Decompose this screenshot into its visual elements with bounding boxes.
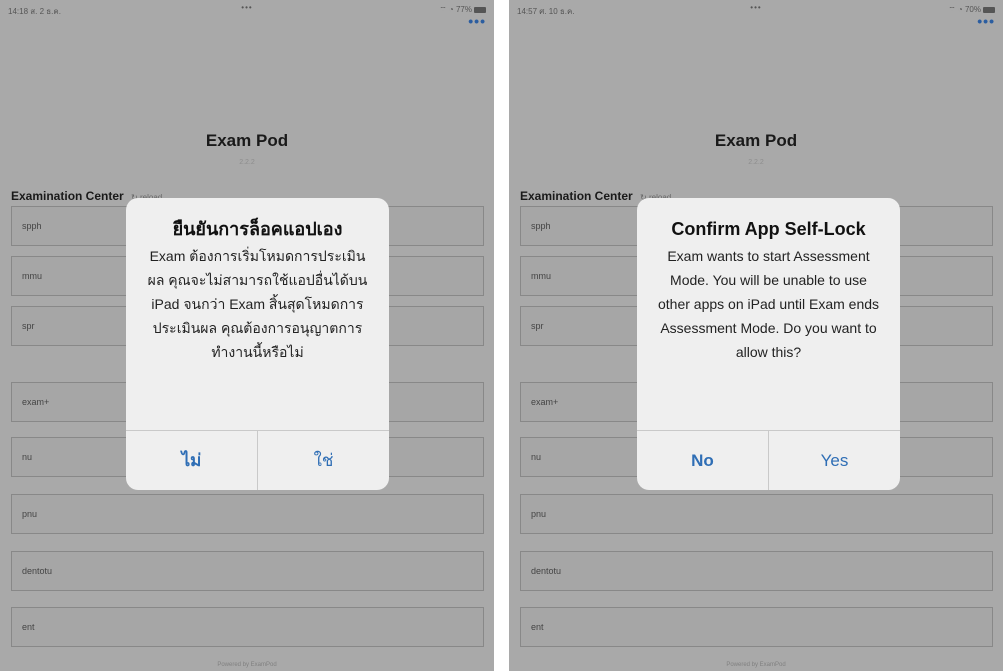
more-options-icon[interactable]: ••• (977, 14, 995, 28)
footer-text: Powered by ExamPod (217, 662, 277, 668)
app-title: Exam Pod (714, 131, 798, 150)
status-bar: 14:57 ศ. 10 ธ.ค. ••• ⌔ ◔ 70% (509, 0, 1003, 18)
list-item[interactable]: ent (11, 607, 484, 647)
multitasking-dots: ••• (241, 3, 253, 12)
ipad-screen-thai: 14:18 ส. 2 ธ.ค. ••• ⌔ ◔ 77% ••• Exam Pod… (0, 0, 494, 671)
confirm-dialog: Confirm App Self-Lock Exam wants to star… (637, 198, 900, 490)
screenshot-divider (494, 0, 509, 671)
dialog-button-row: No Yes (637, 430, 900, 490)
list-item[interactable]: pnu (11, 494, 484, 534)
battery-percent: ⌔ ◔ 77% (439, 5, 472, 14)
list-item[interactable]: pnu (520, 494, 993, 534)
list-item-label: nu (22, 452, 33, 462)
list-item-label: ent (531, 622, 544, 632)
dialog-title: ยืนยันการล็อคแอปเอง (172, 219, 343, 239)
list-item-label: spr (22, 321, 35, 331)
section-title: Examination Center (520, 189, 633, 203)
dialog-title: Confirm App Self-Lock (671, 219, 866, 239)
list-item-label: dentotu (531, 566, 562, 576)
yes-button[interactable]: ใช่ (257, 431, 389, 490)
list-item-label: spph (531, 221, 551, 231)
multitasking-dots: ••• (750, 3, 762, 12)
ipad-screen-english: 14:57 ศ. 10 ธ.ค. ••• ⌔ ◔ 70% ••• Exam Po… (509, 0, 1003, 671)
dialog-message: Exam wants to start Assessment Mode. You… (657, 248, 880, 360)
list-item-label: spph (22, 221, 42, 231)
footer-text: Powered by ExamPod (726, 662, 786, 668)
list-item[interactable]: ent (520, 607, 993, 647)
battery-icon (474, 6, 486, 13)
list-item-label: pnu (22, 509, 38, 519)
list-item[interactable]: dentotu (11, 551, 484, 591)
list-item-label: spr (531, 321, 544, 331)
list-item[interactable]: dentotu (520, 551, 993, 591)
list-item-label: ent (22, 622, 35, 632)
app-version: 2.2.2 (239, 159, 255, 166)
list-item-label: nu (531, 452, 542, 462)
confirm-dialog: ยืนยันการล็อคแอปเอง Exam ต้องการเริ่มโหม… (126, 198, 389, 490)
no-button[interactable]: No (637, 431, 768, 490)
list-item-label: exam+ (531, 397, 559, 407)
no-button[interactable]: ไม่ (126, 431, 257, 490)
list-item-label: mmu (22, 271, 42, 281)
list-item-label: pnu (531, 509, 547, 519)
section-title: Examination Center (11, 189, 124, 203)
battery-icon (983, 6, 995, 13)
dialog-message: Exam ต้องการเริ่มโหมดการประเมินผล คุณจะไ… (147, 248, 368, 360)
dialog-button-row: ไม่ ใช่ (126, 430, 389, 490)
status-bar: 14:18 ส. 2 ธ.ค. ••• ⌔ ◔ 77% (0, 0, 494, 18)
list-item-label: dentotu (22, 566, 53, 576)
yes-button[interactable]: Yes (768, 431, 900, 490)
list-item-label: exam+ (22, 397, 50, 407)
battery-percent: ⌔ ◔ 70% (948, 5, 981, 14)
list-item-label: mmu (531, 271, 551, 281)
app-title: Exam Pod (205, 131, 289, 150)
more-options-icon[interactable]: ••• (468, 14, 486, 28)
app-version: 2.2.2 (748, 159, 764, 166)
